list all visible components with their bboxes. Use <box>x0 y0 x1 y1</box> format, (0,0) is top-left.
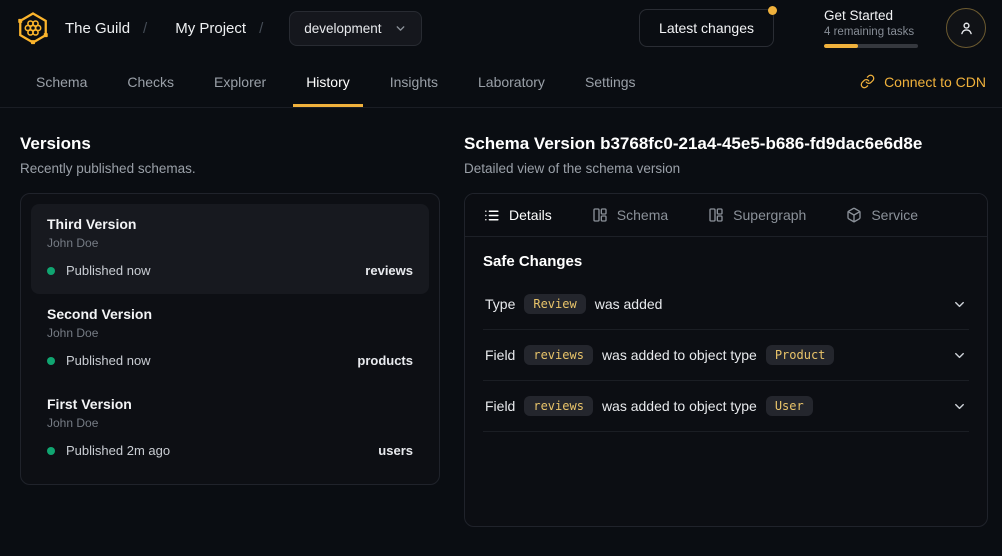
get-started-title: Get Started <box>824 8 920 23</box>
main-content: Versions Recently published schemas. Thi… <box>0 108 1002 527</box>
version-author: John Doe <box>47 326 413 340</box>
change-text: was added <box>595 296 663 312</box>
get-started-widget[interactable]: Get Started 4 remaining tasks <box>824 8 920 48</box>
breadcrumb-project[interactable]: My Project <box>175 20 246 37</box>
nav-tab-settings[interactable]: Settings <box>565 56 656 107</box>
published-dot-icon <box>47 447 55 455</box>
detail-tab-details[interactable]: Details <box>483 207 552 224</box>
version-status-row: Published 2m ago users <box>47 443 413 458</box>
schema-version-title: Schema Version b3768fc0-21a4-45e5-b686-f… <box>464 134 988 154</box>
breadcrumb-separator: / <box>143 20 147 37</box>
breadcrumb-separator: / <box>259 20 263 37</box>
detail-tab-label: Service <box>871 207 918 223</box>
breadcrumb-org[interactable]: The Guild <box>65 20 130 37</box>
version-status-text: Published now <box>66 353 151 368</box>
detail-tab-label: Supergraph <box>733 207 806 223</box>
versions-panel: Versions Recently published schemas. Thi… <box>20 134 440 527</box>
detail-tab-schema[interactable]: Schema <box>592 207 668 223</box>
detail-body: Safe Changes Type Review was added Field rev… <box>465 237 987 432</box>
guild-logo-icon[interactable] <box>16 11 50 45</box>
user-icon <box>958 20 975 37</box>
nav-tabs: SchemaChecksExplorerHistoryInsightsLabor… <box>16 56 656 107</box>
get-started-progressbar <box>824 44 918 48</box>
detail-tab-label: Details <box>509 207 552 223</box>
chevron-down-icon <box>952 297 967 312</box>
connect-to-cdn-label: Connect to CDN <box>884 74 986 90</box>
top-bar: The Guild / My Project / development Lat… <box>0 0 1002 56</box>
change-text: Field <box>485 398 515 414</box>
version-title: Second Version <box>47 306 413 322</box>
version-author: John Doe <box>47 416 413 430</box>
latest-changes-button[interactable]: Latest changes <box>639 9 774 47</box>
version-title: First Version <box>47 396 413 412</box>
version-list-item[interactable]: Third Version John Doe Published now review… <box>31 204 429 294</box>
change-badge: reviews <box>524 345 593 365</box>
version-status-text: Published now <box>66 263 151 278</box>
chevron-down-icon <box>952 348 967 363</box>
latest-changes-label: Latest changes <box>659 20 754 36</box>
list-icon <box>483 207 500 224</box>
schema-version-panel: Schema Version b3768fc0-21a4-45e5-b686-f… <box>464 134 988 527</box>
version-service-name: users <box>378 443 413 458</box>
chevron-down-icon <box>394 22 407 35</box>
columns-icon <box>708 207 724 223</box>
avatar[interactable] <box>946 8 986 48</box>
target-selector[interactable]: development <box>289 11 421 46</box>
nav-tab-laboratory[interactable]: Laboratory <box>458 56 565 107</box>
cube-icon <box>846 207 862 223</box>
schema-version-subtitle: Detailed view of the schema version <box>464 161 988 176</box>
change-text: was added to object type <box>602 347 757 363</box>
versions-title: Versions <box>20 134 440 154</box>
change-badge: Product <box>766 345 835 365</box>
version-list-item[interactable]: Second Version John Doe Published now produ… <box>31 294 429 384</box>
target-selector-value: development <box>304 21 381 36</box>
detail-tab-service[interactable]: Service <box>846 207 918 223</box>
version-title: Third Version <box>47 216 413 232</box>
nav-tab-insights[interactable]: Insights <box>370 56 458 107</box>
get-started-progress-fill <box>824 44 858 48</box>
version-status-row: Published now products <box>47 353 413 368</box>
published-dot-icon <box>47 357 55 365</box>
change-badge: Review <box>524 294 585 314</box>
nav-tab-history[interactable]: History <box>286 56 370 107</box>
change-row[interactable]: Field reviews was added to object type Prod… <box>483 330 969 381</box>
changes-list: Type Review was added Field reviews was added… <box>483 279 969 432</box>
chevron-down-icon <box>952 399 967 414</box>
detail-tabs: Details Schema Supergraph Service <box>465 194 987 237</box>
nav-tab-explorer[interactable]: Explorer <box>194 56 286 107</box>
columns-icon <box>592 207 608 223</box>
change-text: was added to object type <box>602 398 757 414</box>
version-service-name: products <box>357 353 413 368</box>
change-row[interactable]: Field reviews was added to object type User <box>483 381 969 432</box>
version-service-name: reviews <box>365 263 413 278</box>
target-nav: SchemaChecksExplorerHistoryInsightsLabor… <box>0 56 1002 108</box>
change-text: Field <box>485 347 515 363</box>
change-row[interactable]: Type Review was added <box>483 279 969 330</box>
versions-subtitle: Recently published schemas. <box>20 161 440 176</box>
get-started-subtitle: 4 remaining tasks <box>824 26 920 38</box>
version-status-row: Published now reviews <box>47 263 413 278</box>
version-author: John Doe <box>47 236 413 250</box>
change-badge: reviews <box>524 396 593 416</box>
version-list-item[interactable]: First Version John Doe Published 2m ago use… <box>31 384 429 474</box>
detail-tab-label: Schema <box>617 207 668 223</box>
nav-tab-checks[interactable]: Checks <box>107 56 194 107</box>
nav-tab-schema[interactable]: Schema <box>16 56 107 107</box>
detail-tab-supergraph[interactable]: Supergraph <box>708 207 806 223</box>
connect-to-cdn-button[interactable]: Connect to CDN <box>860 56 986 107</box>
change-badge: User <box>766 396 813 416</box>
versions-list: Third Version John Doe Published now review… <box>20 193 440 485</box>
schema-version-card: Details Schema Supergraph Service Safe Chan… <box>464 193 988 527</box>
published-dot-icon <box>47 267 55 275</box>
safe-changes-title: Safe Changes <box>483 253 969 270</box>
notification-dot <box>768 6 777 15</box>
change-text: Type <box>485 296 515 312</box>
version-status-text: Published 2m ago <box>66 443 170 458</box>
link-icon <box>860 74 875 89</box>
